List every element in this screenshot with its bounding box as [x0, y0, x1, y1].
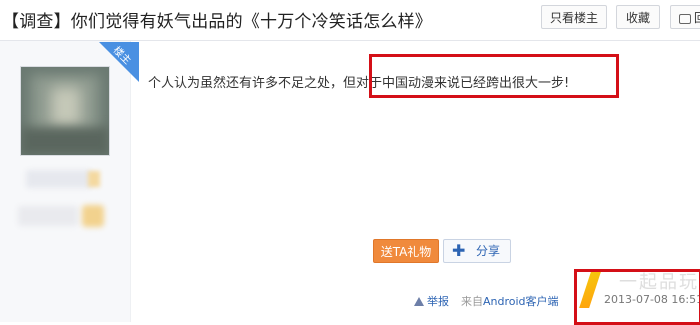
author-name-blurred[interactable]	[26, 170, 92, 188]
warning-icon	[414, 297, 424, 306]
watermark: 一起品玩	[619, 272, 699, 293]
reply-icon	[679, 13, 691, 24]
thread-title: 【调查】你们觉得有妖气出品的《十万个冷笑话怎么样》	[2, 12, 432, 32]
report-label: 举报	[427, 295, 449, 308]
collect-button[interactable]: 收藏	[616, 5, 660, 29]
client-link[interactable]: Android客户端	[483, 295, 559, 308]
post-time: 2013-07-08 16:51	[604, 293, 700, 306]
report-link[interactable]: 举报	[414, 293, 449, 309]
client-info: 来自Android客户端	[461, 293, 559, 309]
watermark-logo-icon	[579, 272, 601, 308]
avatar[interactable]	[20, 66, 110, 156]
thread-header: 【调查】你们觉得有妖气出品的《十万个冷笑话怎么样》 只看楼主 收藏 回	[0, 0, 700, 41]
reply-label: 回	[694, 11, 700, 25]
send-gift-button[interactable]: 送TA礼物	[373, 239, 439, 263]
share-label: 分享	[476, 244, 501, 258]
only-lz-button[interactable]: 只看楼主	[541, 5, 607, 29]
share-plus-icon: ✚	[452, 241, 466, 260]
highlight-box	[369, 54, 619, 98]
author-level-icon-blurred	[82, 205, 104, 227]
reply-button[interactable]: 回	[670, 5, 700, 29]
author-level-blurred	[18, 206, 78, 226]
author-column: 楼主	[0, 41, 139, 322]
lz-badge: 楼主	[99, 42, 139, 82]
share-button[interactable]: ✚ 分享	[443, 239, 511, 263]
author-name-icon-blurred	[88, 171, 100, 187]
client-prefix: 来自	[461, 295, 483, 308]
